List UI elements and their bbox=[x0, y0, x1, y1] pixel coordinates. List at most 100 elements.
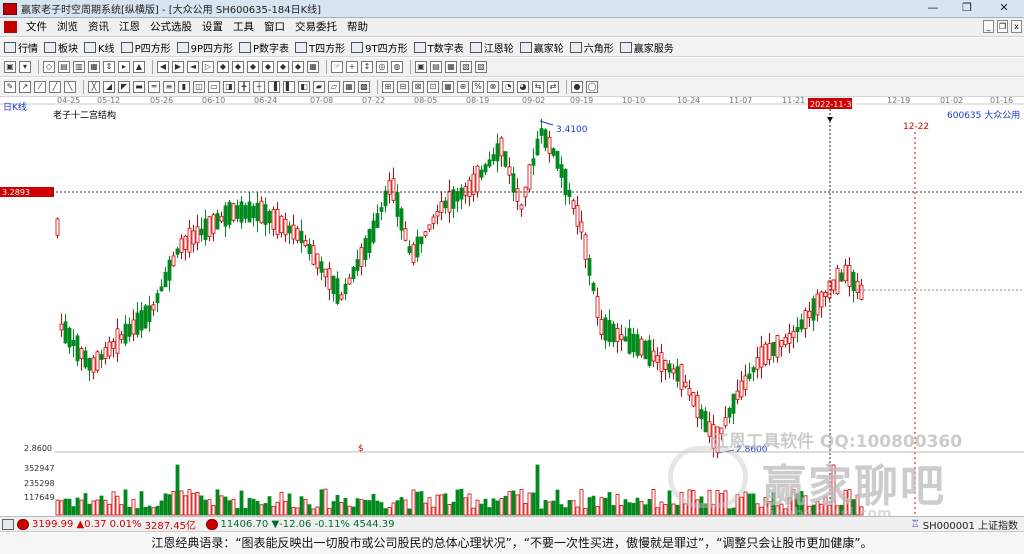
draw-tool-icon-27[interactable]: ⊟ bbox=[397, 81, 409, 93]
sh-market-icon[interactable] bbox=[17, 518, 29, 530]
menu-browse[interactable]: 浏览 bbox=[52, 18, 83, 36]
draw-tool-icon-4[interactable]: ╲ bbox=[64, 81, 76, 93]
draw-tool-icon-15[interactable]: ◨ bbox=[223, 81, 235, 93]
menu-gann[interactable]: 江恩 bbox=[114, 18, 145, 36]
nav-tool-icon-13[interactable]: ◄ bbox=[187, 61, 199, 73]
draw-tool-icon-20[interactable]: ◧ bbox=[298, 81, 310, 93]
draw-tool-icon-28[interactable]: ⊠ bbox=[412, 81, 424, 93]
nav-tool-icon-3[interactable]: ◇ bbox=[43, 61, 55, 73]
toolbar-button-12[interactable]: 赢家服务 bbox=[619, 40, 674, 55]
draw-tool-icon-39[interactable]: ● bbox=[571, 81, 583, 93]
draw-tool-icon-7[interactable]: ◢ bbox=[103, 81, 115, 93]
restore-button[interactable]: ❐ bbox=[950, 0, 984, 18]
menu-help[interactable]: 帮助 bbox=[342, 18, 373, 36]
toolbar-button-1[interactable]: 板块 bbox=[44, 40, 78, 55]
draw-tool-icon-2[interactable]: ⁄ bbox=[34, 81, 46, 93]
draw-tool-icon-26[interactable]: ⊞ bbox=[382, 81, 394, 93]
draw-tool-icon-24[interactable]: ▩ bbox=[358, 81, 370, 93]
toolbar-button-4[interactable]: 9P四方形 bbox=[176, 40, 233, 55]
draw-tool-icon-6[interactable]: ╳ bbox=[88, 81, 100, 93]
menu-tools[interactable]: 工具 bbox=[228, 18, 259, 36]
nav-tool-icon-11[interactable]: ◀ bbox=[157, 61, 169, 73]
draw-tool-icon-16[interactable]: ╋ bbox=[238, 81, 250, 93]
nav-tool-icon-12[interactable]: ▶ bbox=[172, 61, 184, 73]
menu-formula-select[interactable]: 公式选股 bbox=[145, 18, 197, 36]
nav-tool-icon-5[interactable]: ▥ bbox=[73, 61, 85, 73]
nav-tool-icon-33[interactable]: ▨ bbox=[475, 61, 487, 73]
toolbar-button-5[interactable]: P数字表 bbox=[239, 40, 289, 55]
draw-tool-icon-11[interactable]: ≡ bbox=[163, 81, 175, 93]
nav-tool-icon-0[interactable]: ▣ bbox=[4, 61, 16, 73]
draw-tool-icon-29[interactable]: ⊡ bbox=[427, 81, 439, 93]
status-right[interactable]: ♖ SH000001 上证指数 bbox=[911, 517, 1024, 532]
draw-tool-icon-33[interactable]: ⊗ bbox=[487, 81, 499, 93]
nav-tool-icon-21[interactable]: ▦ bbox=[307, 61, 319, 73]
draw-tool-icon-13[interactable]: ◫ bbox=[193, 81, 205, 93]
nav-tool-icon-14[interactable]: ▷ bbox=[202, 61, 214, 73]
nav-tool-icon-27[interactable]: ◍ bbox=[391, 61, 403, 73]
toolbar-button-8[interactable]: T数字表 bbox=[413, 40, 464, 55]
draw-tool-icon-34[interactable]: ◔ bbox=[502, 81, 514, 93]
draw-tool-icon-1[interactable]: ↗ bbox=[19, 81, 31, 93]
minimize-button[interactable]: — bbox=[916, 0, 950, 18]
draw-tool-icon-21[interactable]: ▰ bbox=[313, 81, 325, 93]
draw-tool-icon-32[interactable]: % bbox=[472, 81, 484, 93]
draw-tool-icon-3[interactable]: ╱ bbox=[49, 81, 61, 93]
draw-tool-icon-10[interactable]: ═ bbox=[148, 81, 160, 93]
nav-tool-icon-8[interactable]: ▸ bbox=[118, 61, 130, 73]
nav-tool-icon-4[interactable]: ▤ bbox=[58, 61, 70, 73]
nav-tool-icon-9[interactable]: ▲ bbox=[133, 61, 145, 73]
draw-tool-icon-40[interactable]: ◯ bbox=[586, 81, 598, 93]
draw-tool-icon-9[interactable]: ▬ bbox=[133, 81, 145, 93]
nav-tool-icon-7[interactable]: ⇕ bbox=[103, 61, 115, 73]
nav-tool-icon-15[interactable]: ◆ bbox=[217, 61, 229, 73]
nav-tool-icon-18[interactable]: ◆ bbox=[262, 61, 274, 73]
draw-tool-icon-19[interactable]: ▌ bbox=[283, 81, 295, 93]
draw-tool-icon-37[interactable]: ⇄ bbox=[547, 81, 559, 93]
draw-tool-icon-8[interactable]: ◤ bbox=[118, 81, 130, 93]
toolbar-button-6[interactable]: T四方形 bbox=[295, 40, 345, 55]
draw-tool-icon-14[interactable]: ▭ bbox=[208, 81, 220, 93]
draw-tool-icon-22[interactable]: ▱ bbox=[328, 81, 340, 93]
draw-tool-icon-18[interactable]: ▐ bbox=[268, 81, 280, 93]
draw-tool-icon-31[interactable]: ⊕ bbox=[457, 81, 469, 93]
menu-app-icon[interactable] bbox=[4, 21, 17, 33]
sz-market-icon[interactable] bbox=[205, 518, 218, 530]
menu-file[interactable]: 文件 bbox=[21, 18, 52, 36]
grid-status-icon[interactable] bbox=[2, 518, 14, 530]
toolbar-button-10[interactable]: 赢家轮 bbox=[519, 40, 564, 55]
mdi-minimize-button[interactable]: _ bbox=[983, 20, 994, 33]
toolbar-button-9[interactable]: 江恩轮 bbox=[469, 40, 514, 55]
toolbar-button-0[interactable]: 行情 bbox=[4, 40, 38, 55]
menu-trade[interactable]: 交易委托 bbox=[290, 18, 342, 36]
draw-tool-icon-35[interactable]: ◕ bbox=[517, 81, 529, 93]
close-button[interactable]: ✕ bbox=[984, 0, 1024, 18]
toolbar-button-2[interactable]: K线 bbox=[84, 40, 115, 55]
toolbar-button-3[interactable]: P四方形 bbox=[120, 40, 171, 55]
draw-tool-icon-36[interactable]: ⇆ bbox=[532, 81, 544, 93]
nav-tool-icon-20[interactable]: ◆ bbox=[292, 61, 304, 73]
mdi-close-button[interactable]: x bbox=[1011, 20, 1022, 33]
nav-tool-icon-29[interactable]: ▣ bbox=[415, 61, 427, 73]
nav-tool-icon-24[interactable]: + bbox=[346, 61, 358, 73]
nav-tool-icon-19[interactable]: ◆ bbox=[277, 61, 289, 73]
mdi-restore-button[interactable]: ❐ bbox=[997, 20, 1008, 33]
nav-tool-icon-16[interactable]: ◆ bbox=[232, 61, 244, 73]
draw-tool-icon-12[interactable]: ▮ bbox=[178, 81, 190, 93]
nav-tool-icon-31[interactable]: ▦ bbox=[445, 61, 457, 73]
toolbar-button-11[interactable]: 六角形 bbox=[569, 40, 614, 55]
nav-tool-icon-30[interactable]: ▤ bbox=[430, 61, 442, 73]
draw-tool-icon-17[interactable]: ┼ bbox=[253, 81, 265, 93]
menu-window[interactable]: 窗口 bbox=[259, 18, 290, 36]
draw-tool-icon-23[interactable]: ▦ bbox=[343, 81, 355, 93]
nav-tool-icon-26[interactable]: ◎ bbox=[376, 61, 388, 73]
nav-tool-icon-23[interactable]: ☞ bbox=[331, 61, 343, 73]
toolbar-button-7[interactable]: 9T四方形 bbox=[351, 40, 408, 55]
nav-tool-icon-32[interactable]: ▧ bbox=[460, 61, 472, 73]
nav-tool-icon-17[interactable]: ◆ bbox=[247, 61, 259, 73]
draw-tool-icon-0[interactable]: ✎ bbox=[4, 81, 16, 93]
menu-info[interactable]: 资讯 bbox=[83, 18, 114, 36]
nav-tool-icon-6[interactable]: ▦ bbox=[88, 61, 100, 73]
menu-settings[interactable]: 设置 bbox=[197, 18, 228, 36]
draw-tool-icon-30[interactable]: ▦ bbox=[442, 81, 454, 93]
